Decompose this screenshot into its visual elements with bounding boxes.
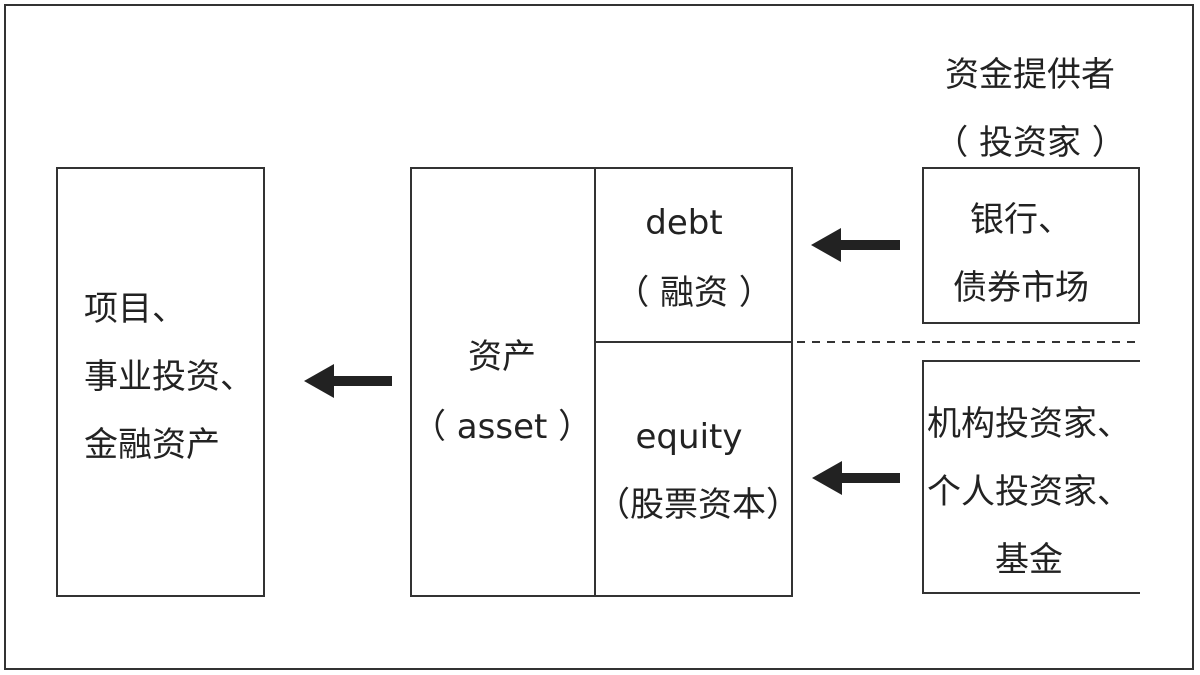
arrow-left-icon: [304, 364, 392, 398]
connectors-layer: [304, 167, 1140, 597]
institution-box: [922, 360, 1140, 594]
arrow-left-icon: [812, 461, 900, 495]
arrow-left-icon: [811, 228, 900, 262]
